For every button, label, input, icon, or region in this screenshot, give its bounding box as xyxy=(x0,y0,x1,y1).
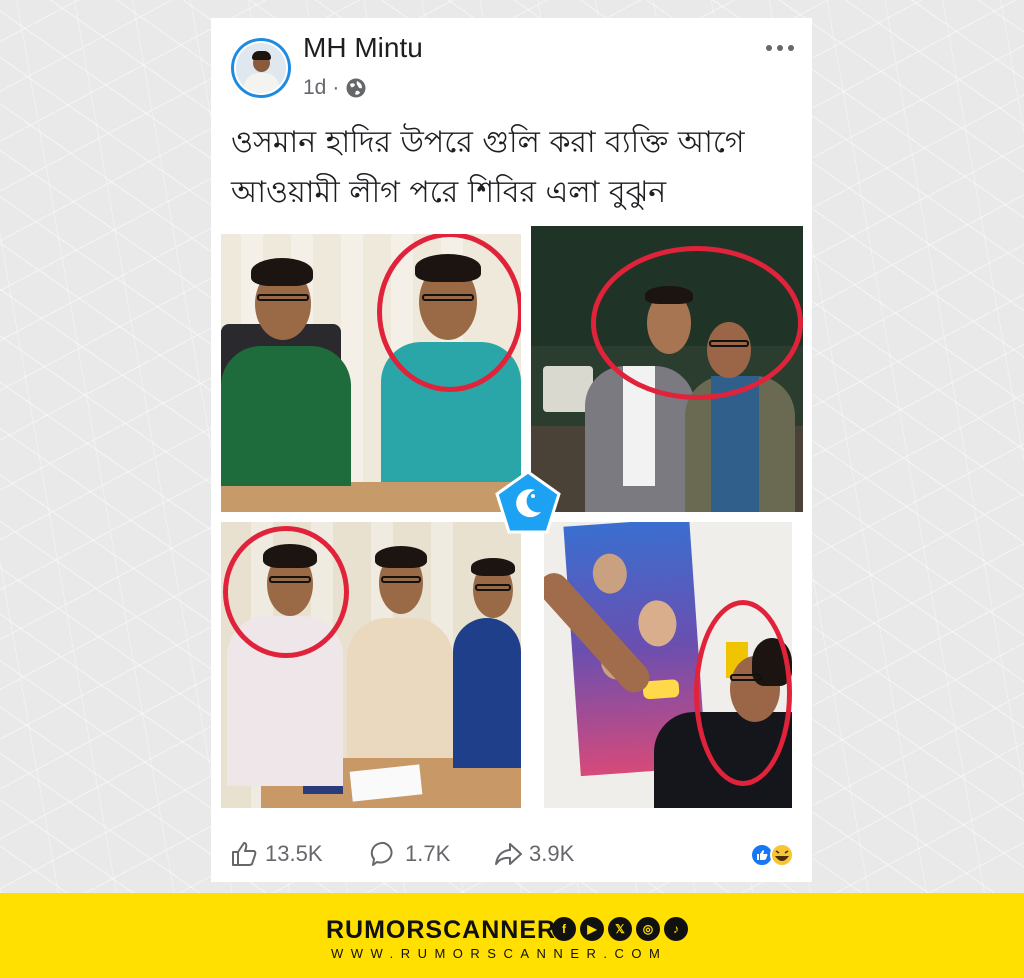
comment-icon xyxy=(370,841,393,866)
youtube-icon[interactable]: ▶ xyxy=(580,917,604,941)
post-caption: ওসমান হাদির উপরে গুলি করা ব্যক্তি আগে আও… xyxy=(231,118,791,218)
reactions-summary[interactable] xyxy=(750,842,796,868)
tiktok-icon[interactable]: ♪ xyxy=(664,917,688,941)
like-action[interactable]: 13.5K xyxy=(229,838,323,870)
collage-photo-poster[interactable] xyxy=(544,522,792,808)
comment-count: 1.7K xyxy=(405,841,451,866)
brand-name: RUMORSCANNER xyxy=(326,916,557,944)
post-time[interactable]: 1d xyxy=(303,76,326,100)
post-meta: 1d · xyxy=(303,74,367,102)
brand-url[interactable]: WWW.RUMORSCANNER.COM xyxy=(331,946,667,961)
collage-photo-outdoor-night[interactable] xyxy=(531,226,803,512)
more-options-icon[interactable] xyxy=(762,42,798,54)
facebook-icon[interactable]: f xyxy=(552,917,576,941)
highlight-circle xyxy=(591,246,803,400)
share-icon xyxy=(495,843,522,865)
like-reaction-icon xyxy=(750,843,774,867)
like-icon xyxy=(232,842,257,866)
avatar[interactable] xyxy=(231,38,291,98)
post-actions-bar: 13.5K 1.7K 3.9K xyxy=(211,826,812,882)
instagram-icon[interactable]: ◎ xyxy=(636,917,660,941)
caption-line-2: আওয়ামী লীগ পরে শিবির এলা বুঝুন xyxy=(231,175,667,210)
highlight-circle xyxy=(377,234,521,392)
highlight-circle xyxy=(694,600,792,786)
collage-photo-office-three-men[interactable] xyxy=(221,522,521,808)
social-icons: f ▶ 𝕏 ◎ ♪ xyxy=(552,917,688,941)
post-header: MH Mintu 1d · xyxy=(211,18,812,122)
comment-action[interactable]: 1.7K xyxy=(369,838,450,870)
share-count: 3.9K xyxy=(529,841,575,866)
haha-reaction-icon xyxy=(770,843,794,867)
author-name[interactable]: MH Mintu xyxy=(303,32,423,64)
image-collage[interactable] xyxy=(211,216,812,816)
highlight-circle xyxy=(223,526,349,658)
collage-photo-office-two-men[interactable] xyxy=(221,234,521,512)
x-icon[interactable]: 𝕏 xyxy=(608,917,632,941)
like-count: 13.5K xyxy=(265,841,323,866)
avatar-photo xyxy=(234,41,288,95)
rumor-scanner-badge-icon xyxy=(495,470,561,534)
facebook-post-card: MH Mintu 1d · ওসমান হাদির উপরে গুলি করা … xyxy=(211,18,812,882)
globe-icon xyxy=(346,78,366,98)
meta-separator: · xyxy=(332,76,340,99)
caption-line-1: ওসমান হাদির উপরে গুলি করা ব্যক্তি আগে xyxy=(231,125,745,160)
share-action[interactable]: 3.9K xyxy=(493,838,574,870)
